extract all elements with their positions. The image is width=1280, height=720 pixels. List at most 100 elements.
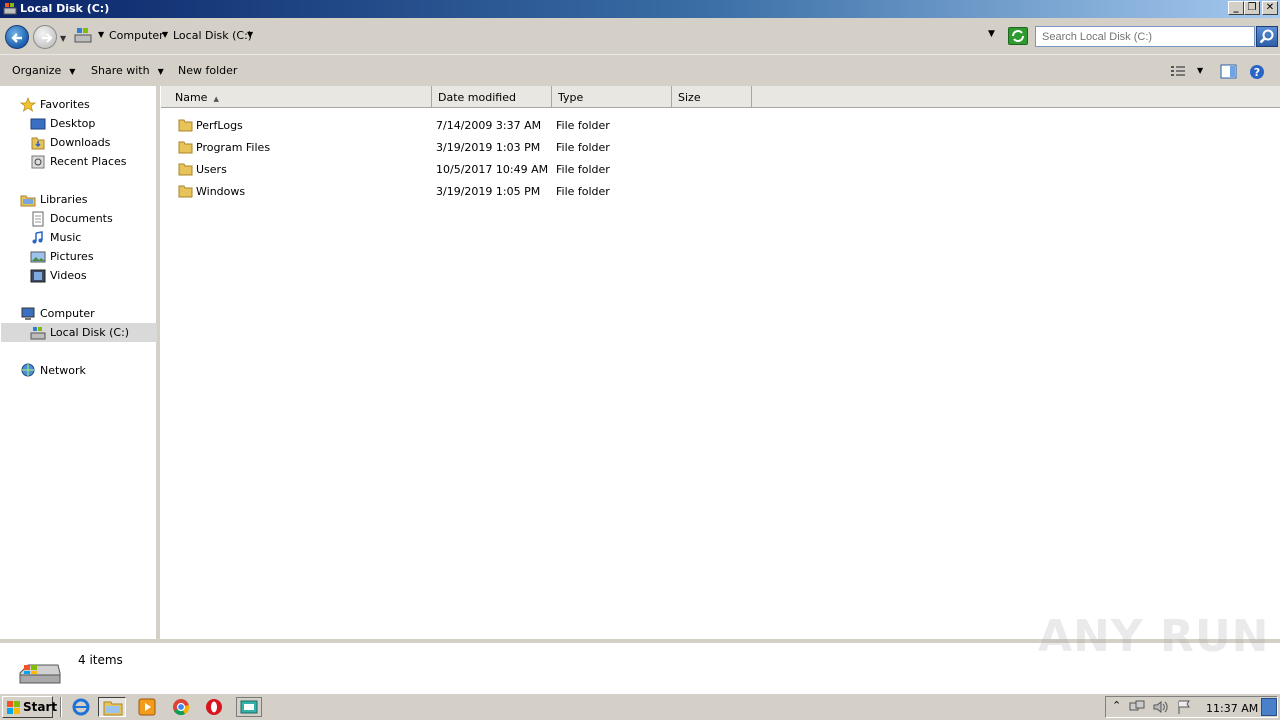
media-player-icon[interactable]	[136, 697, 158, 717]
new-folder-button[interactable]: New folder	[178, 64, 237, 77]
star-icon	[20, 97, 36, 112]
table-row[interactable]: Program Files 3/19/2019 1:03 PM File fol…	[160, 137, 1280, 159]
nav-desktop-label: Desktop	[50, 117, 96, 130]
recent-places-icon	[31, 155, 45, 169]
windows-logo-icon	[7, 701, 20, 714]
organize-menu[interactable]: Organize ▼	[12, 64, 75, 77]
nav-documents-label: Documents	[50, 212, 113, 225]
volume-icon[interactable]	[1152, 699, 1170, 715]
table-row[interactable]: Windows 3/19/2019 1:05 PM File folder	[160, 181, 1280, 203]
show-desktop-button[interactable]	[1261, 698, 1277, 716]
command-bar: Organize ▼ Share with ▼ New folder ▼ ?	[0, 54, 1280, 86]
address-field[interactable]: ▼ Computer ▼ Local Disk (C:) ▼	[72, 25, 1030, 47]
table-row[interactable]: Users 10/5/2017 10:49 AM File folder	[160, 159, 1280, 181]
folder-icon	[178, 119, 193, 132]
drive-icon	[30, 327, 46, 340]
file-date: 7/14/2009 3:37 AM	[436, 119, 542, 132]
column-header-type[interactable]: Type	[552, 86, 672, 108]
clock[interactable]: 11:37 AM	[1206, 702, 1258, 715]
column-header-date[interactable]: Date modified	[432, 86, 552, 108]
view-dropdown[interactable]: ▼	[1197, 66, 1203, 75]
network-share-icon	[240, 700, 258, 714]
refresh-button[interactable]	[1008, 27, 1028, 45]
view-options-icon[interactable]	[1170, 64, 1186, 78]
drive-icon	[3, 3, 17, 15]
videos-icon	[30, 269, 46, 283]
table-row[interactable]: PerfLogs 7/14/2009 3:37 AM File folder	[160, 115, 1280, 137]
forward-button[interactable]	[33, 25, 57, 49]
search-button[interactable]	[1256, 26, 1278, 47]
refresh-icon	[1012, 30, 1024, 42]
network-status-icon[interactable]	[1128, 699, 1146, 715]
file-name: Users	[196, 163, 227, 176]
window-title: Local Disk (C:)	[20, 2, 110, 15]
chevron-icon[interactable]: ▼	[247, 30, 253, 39]
arrow-left-icon	[11, 33, 22, 43]
action-center-flag-icon[interactable]	[1176, 699, 1194, 715]
desktop-icon	[30, 118, 46, 130]
nav-favorites-label: Favorites	[40, 98, 90, 111]
file-type: File folder	[556, 163, 610, 176]
address-history-dropdown[interactable]: ▼	[988, 29, 995, 39]
drive-icon	[74, 28, 92, 43]
pictures-icon	[30, 251, 46, 263]
sort-ascending-icon: ▲	[213, 95, 219, 103]
folder-icon	[178, 141, 193, 154]
chrome-icon[interactable]	[170, 697, 192, 717]
folder-icon	[103, 701, 123, 716]
search-input[interactable]	[1035, 26, 1255, 47]
file-type: File folder	[556, 119, 610, 132]
drive-icon	[19, 664, 61, 684]
chevron-icon[interactable]: ▼	[162, 30, 168, 39]
taskbar-divider	[60, 697, 62, 717]
nav-music-label: Music	[50, 231, 82, 244]
column-header-size[interactable]: Size	[672, 86, 752, 108]
explorer-taskbar-button[interactable]	[98, 697, 126, 717]
restore-button[interactable]: ❐	[1244, 1, 1260, 15]
close-button[interactable]: ✕	[1262, 1, 1278, 15]
chevron-down-icon: ▼	[69, 67, 76, 76]
recent-pages-dropdown[interactable]: ▼	[60, 34, 66, 43]
file-date: 10/5/2017 10:49 AM	[436, 163, 549, 176]
start-label: Start	[23, 700, 58, 714]
breadcrumb-computer[interactable]: Computer	[109, 29, 164, 42]
folder-icon	[178, 163, 193, 176]
file-name: Windows	[196, 185, 246, 198]
navigation-pane: Favorites Desktop Downloads Recent Place…	[0, 86, 157, 639]
share-with-label: Share with	[91, 64, 150, 77]
folder-icon	[178, 185, 193, 198]
help-icon[interactable]: ?	[1249, 64, 1265, 80]
share-with-menu[interactable]: Share with ▼	[91, 64, 164, 77]
nav-pictures-label: Pictures	[50, 250, 94, 263]
nav-computer-label: Computer	[40, 307, 95, 320]
svg-text:?: ?	[1254, 66, 1260, 79]
column-header-filler	[752, 86, 1280, 108]
internet-explorer-icon[interactable]	[70, 697, 92, 717]
minimize-button[interactable]: _	[1228, 1, 1244, 15]
title-bar[interactable]: Local Disk (C:) _ ❐ ✕	[0, 0, 1280, 18]
file-list: Name ▲ Date modified Type Size PerfLogs 7…	[160, 86, 1280, 639]
watermark: ANY RUN	[1038, 611, 1270, 662]
network-icon	[21, 363, 35, 377]
preview-pane-icon[interactable]	[1220, 64, 1237, 79]
nav-libraries-label: Libraries	[40, 193, 88, 206]
nav-videos-label: Videos	[50, 269, 87, 282]
nav-downloads-label: Downloads	[50, 136, 111, 149]
file-name: PerfLogs	[196, 119, 243, 132]
app-taskbar-button[interactable]	[236, 697, 262, 717]
column-name-label: Name	[175, 91, 208, 104]
column-header-name[interactable]: Name ▲	[161, 86, 432, 108]
file-type: File folder	[556, 141, 610, 154]
show-hidden-icons-button[interactable]: ⌃	[1112, 699, 1121, 712]
file-date: 3/19/2019 1:05 PM	[436, 185, 541, 198]
start-button[interactable]: Start	[2, 696, 57, 718]
nav-recent-places-label: Recent Places	[50, 155, 127, 168]
music-icon	[32, 231, 43, 244]
chevron-icon[interactable]: ▼	[98, 30, 104, 39]
address-bar-region: ▼ ▼ Computer ▼ Local Disk (C:) ▼ ▼	[0, 18, 1280, 54]
back-button[interactable]	[5, 25, 29, 49]
breadcrumb-local-disk[interactable]: Local Disk (C:)	[173, 29, 252, 42]
nav-local-disk-label: Local Disk (C:)	[50, 326, 130, 339]
opera-icon[interactable]	[203, 697, 225, 717]
taskbar: Start ⌃ 11:37 AM	[0, 693, 1280, 720]
